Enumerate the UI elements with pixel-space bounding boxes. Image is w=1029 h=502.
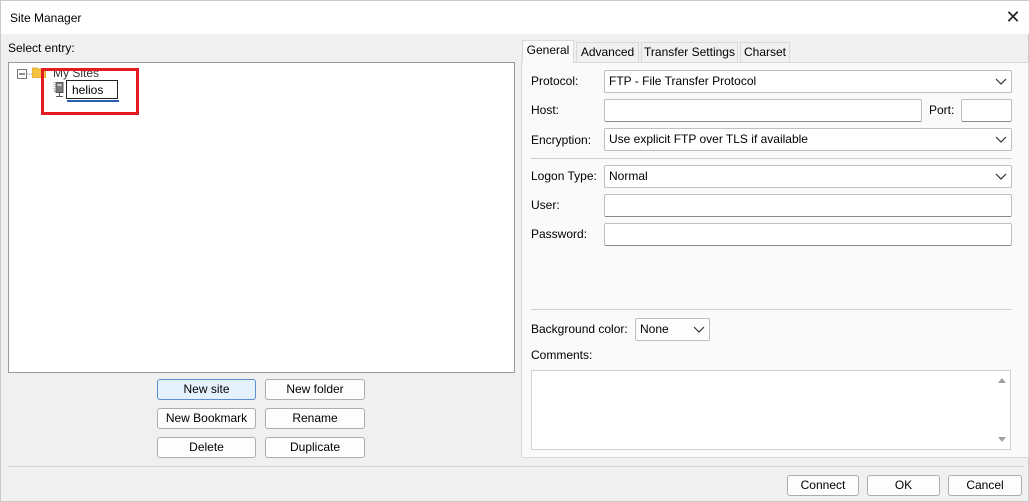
- background-color-select[interactable]: None: [635, 318, 710, 341]
- tab-charset[interactable]: Charset: [740, 42, 790, 63]
- cancel-button[interactable]: Cancel: [948, 475, 1022, 496]
- comments-textarea[interactable]: [531, 370, 1011, 450]
- tab-advanced[interactable]: Advanced: [576, 42, 639, 63]
- collapse-icon[interactable]: [17, 69, 27, 79]
- select-entry-label: Select entry:: [8, 41, 75, 55]
- duplicate-button[interactable]: Duplicate: [265, 437, 365, 458]
- logon-type-label: Logon Type:: [531, 169, 597, 183]
- password-field[interactable]: [604, 223, 1012, 246]
- ok-button[interactable]: OK: [867, 475, 940, 496]
- comments-label: Comments:: [531, 348, 593, 362]
- chevron-down-icon: [995, 173, 1007, 180]
- window-title: Site Manager: [10, 11, 82, 25]
- tab-transfer-settings[interactable]: Transfer Settings: [641, 42, 738, 63]
- highlight-box: [41, 68, 139, 115]
- chevron-down-icon: [693, 326, 705, 333]
- separator: [531, 309, 1012, 310]
- rename-button[interactable]: Rename: [265, 408, 365, 429]
- chevron-down-icon: [995, 136, 1007, 143]
- connect-button[interactable]: Connect: [787, 475, 859, 496]
- user-label: User:: [531, 198, 560, 212]
- chevron-down-icon: [995, 78, 1007, 85]
- separator: [531, 158, 1012, 159]
- protocol-select[interactable]: FTP - File Transfer Protocol: [604, 70, 1012, 93]
- protocol-label: Protocol:: [531, 74, 579, 88]
- logon-type-select[interactable]: Normal: [604, 165, 1012, 188]
- encryption-select[interactable]: Use explicit FTP over TLS if available: [604, 128, 1012, 151]
- title-bar: Site Manager ✕: [1, 1, 1029, 34]
- tab-general[interactable]: General: [522, 40, 574, 63]
- new-folder-button[interactable]: New folder: [265, 379, 365, 400]
- password-label: Password:: [531, 227, 588, 241]
- port-field[interactable]: [961, 99, 1012, 122]
- host-label: Host:: [531, 103, 560, 117]
- encryption-value: Use explicit FTP over TLS if available: [609, 132, 808, 146]
- user-field[interactable]: [604, 194, 1012, 217]
- delete-button[interactable]: Delete: [157, 437, 256, 458]
- logon-type-value: Normal: [609, 169, 648, 183]
- background-color-label: Background color:: [531, 322, 628, 336]
- encryption-label: Encryption:: [531, 133, 592, 147]
- new-site-button[interactable]: New site: [157, 379, 256, 400]
- site-manager-dialog: Site Manager ✕ Select entry: My Sites he…: [0, 0, 1029, 502]
- protocol-value: FTP - File Transfer Protocol: [609, 74, 757, 88]
- background-color-value: None: [640, 322, 669, 336]
- new-bookmark-button[interactable]: New Bookmark: [157, 408, 256, 429]
- close-icon[interactable]: ✕: [1001, 4, 1025, 30]
- scroll-up-icon[interactable]: [996, 375, 1008, 385]
- host-field[interactable]: [604, 99, 922, 122]
- footer-separator: [8, 466, 1024, 467]
- scroll-down-icon[interactable]: [996, 435, 1008, 445]
- port-label: Port:: [929, 103, 955, 117]
